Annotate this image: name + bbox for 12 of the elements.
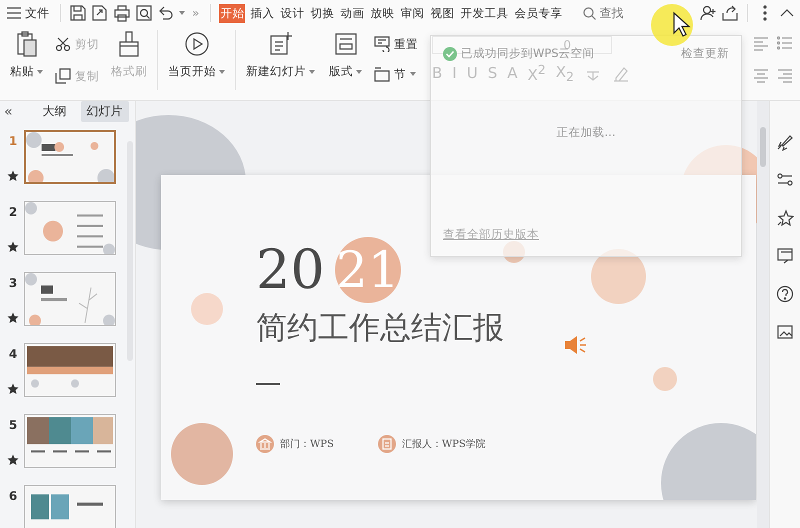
department-text: 部门：WPS	[280, 438, 334, 451]
slide-number: 5	[8, 418, 18, 432]
slide-number: 1	[8, 134, 18, 148]
reporter-text: 汇报人：WPS学院	[402, 438, 486, 451]
slide-title: 简约工作总结汇报	[256, 309, 504, 348]
slide-number: 3	[8, 276, 18, 290]
loading-text: 正在加载...	[556, 125, 616, 140]
slide-number: 2	[8, 205, 18, 219]
slide-number: 4	[8, 347, 18, 361]
year-text: 21	[334, 237, 401, 303]
year-text: 20	[256, 243, 325, 297]
slide-number: 6	[8, 489, 18, 503]
